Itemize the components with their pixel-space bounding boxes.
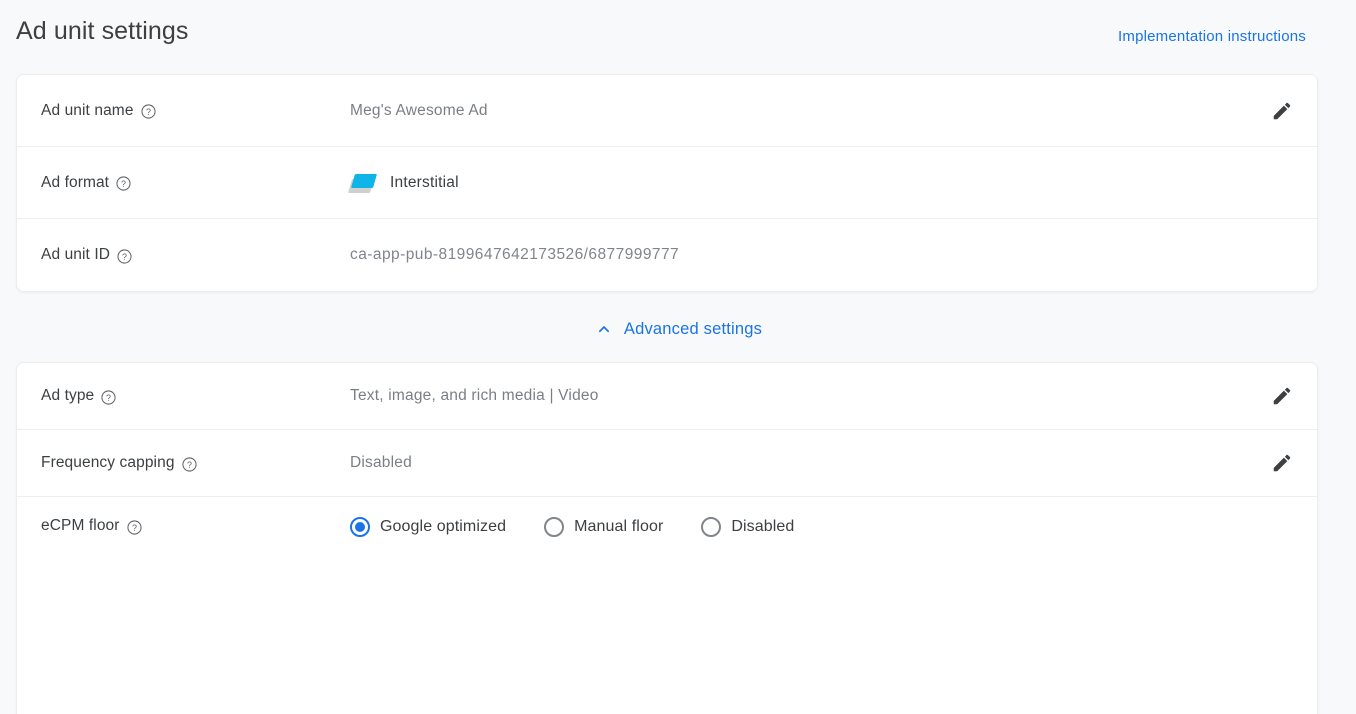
pencil-icon — [1273, 102, 1291, 119]
svg-text:?: ? — [106, 392, 111, 402]
svg-text:?: ? — [121, 179, 126, 189]
help-circle-icon[interactable]: ? — [116, 176, 131, 191]
pencil-icon — [1273, 387, 1291, 405]
row-value-frequency-capping: Disabled — [350, 454, 1317, 472]
svg-text:?: ? — [187, 459, 192, 469]
help-circle-icon[interactable]: ? — [126, 519, 142, 535]
implementation-instructions-link[interactable]: Implementation instructions — [1118, 26, 1306, 48]
svg-text:?: ? — [122, 251, 127, 261]
radio-label-google-optimized: Google optimized — [380, 518, 507, 535]
row-ad-unit-id: Ad unit ID ? ca-app-pub-8199647642173526… — [17, 219, 1317, 291]
radio-manual-floor[interactable]: Manual floor — [544, 517, 663, 537]
ad-type-value: Text, image, and rich media | Video — [350, 387, 599, 404]
row-frequency-capping: Frequency capping ? Disabled — [17, 430, 1317, 497]
row-label-ecpm-floor: eCPM floor ? — [17, 517, 350, 535]
edit-ad-type-button[interactable] — [1269, 383, 1295, 409]
radio-mark-icon — [350, 517, 370, 537]
edit-frequency-capping-button[interactable] — [1269, 450, 1295, 476]
advanced-settings-toggle[interactable]: Advanced settings — [0, 312, 1356, 346]
row-value-ad-unit-id: ca-app-pub-8199647642173526/6877999777 — [350, 246, 1317, 264]
ad-unit-id-label: Ad unit ID — [41, 246, 111, 263]
row-label-ad-unit-name: Ad unit name ? — [17, 102, 350, 120]
row-ad-type: Ad type ? Text, image, and rich media | … — [17, 363, 1317, 430]
row-label-ad-unit-id: Ad unit ID ? — [17, 246, 350, 264]
help-circle-icon[interactable]: ? — [181, 456, 197, 472]
frequency-capping-value: Disabled — [350, 454, 412, 471]
page-title: Ad unit settings — [16, 17, 189, 45]
radio-label-disabled: Disabled — [731, 518, 795, 535]
row-ad-unit-name: Ad unit name ? Meg's Awesome Ad — [17, 75, 1317, 147]
ad-format-label: Ad format — [41, 173, 110, 191]
row-value-ad-type: Text, image, and rich media | Video — [350, 387, 1317, 405]
row-value-ad-format: Interstitial — [347, 171, 1317, 195]
row-ad-format: Ad format ? Interstitial — [17, 147, 1317, 219]
ad-unit-settings-page: Ad unit settings Implementation instruct… — [0, 0, 1356, 714]
chevron-up-icon — [594, 319, 614, 339]
advanced-settings-label: Advanced settings — [623, 319, 763, 338]
ecpm-floor-label: eCPM floor — [41, 517, 120, 534]
ad-format-value: Interstitial — [390, 173, 459, 191]
frequency-capping-label: Frequency capping — [41, 454, 175, 471]
ad-unit-name-value: Meg's Awesome Ad — [350, 101, 488, 119]
page-header: Ad unit settings Implementation instruct… — [0, 0, 1356, 62]
help-circle-icon[interactable]: ? — [117, 248, 132, 264]
radio-google-optimized[interactable]: Google optimized — [350, 517, 506, 537]
ad-type-label: Ad type — [41, 387, 95, 404]
help-circle-icon[interactable]: ? — [140, 104, 156, 119]
help-circle-icon[interactable]: ? — [101, 389, 116, 405]
basic-settings-card: Ad unit name ? Meg's Awesome Ad Ad forma… — [16, 74, 1318, 292]
ad-unit-id-value: ca-app-pub-8199647642173526/6877999777 — [350, 246, 680, 263]
row-label-ad-format: Ad format ? — [17, 174, 350, 192]
ad-unit-name-label: Ad unit name — [41, 101, 134, 119]
ecpm-floor-radio-group: Google optimized Manual floor Disabled — [350, 517, 794, 537]
radio-disabled[interactable]: Disabled — [701, 517, 794, 537]
svg-text:?: ? — [132, 522, 137, 532]
radio-label-manual-floor: Manual floor — [574, 518, 664, 535]
pencil-icon — [1273, 454, 1291, 472]
advanced-settings-card: Ad type ? Text, image, and rich media | … — [16, 362, 1318, 714]
edit-ad-unit-name-button[interactable] — [1269, 98, 1295, 124]
radio-mark-icon — [544, 517, 565, 537]
row-ecpm-floor: eCPM floor ? Google optimized Manual flo… — [17, 497, 1317, 714]
interstitial-icon — [347, 171, 378, 195]
row-label-ad-type: Ad type ? — [17, 387, 350, 405]
row-label-frequency-capping: Frequency capping ? — [17, 454, 350, 472]
radio-mark-icon — [701, 517, 722, 537]
row-value-ad-unit-name: Meg's Awesome Ad — [350, 102, 1317, 120]
svg-text:?: ? — [146, 107, 151, 117]
